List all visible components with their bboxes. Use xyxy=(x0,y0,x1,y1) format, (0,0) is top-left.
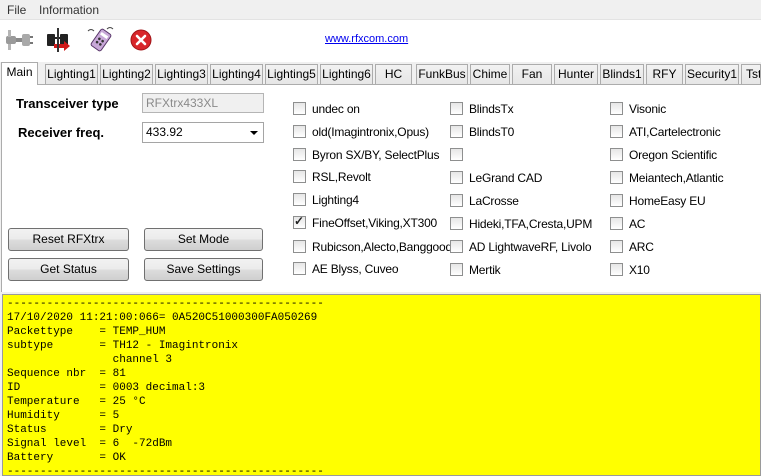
console-line: Sequence nbr = 81 xyxy=(7,368,126,380)
rfx-device-icon[interactable] xyxy=(86,26,116,54)
checkbox-box[interactable] xyxy=(450,125,463,138)
receiver-freq-select[interactable]: 433.92 xyxy=(142,122,264,143)
checkbox-box[interactable] xyxy=(450,171,463,184)
checkbox-box[interactable] xyxy=(293,262,306,275)
checkbox-box[interactable] xyxy=(610,217,623,230)
console-line: ----------------------------------------… xyxy=(7,298,324,310)
tab-lighting6[interactable]: Lighting6 xyxy=(320,64,373,84)
console-line: Packettype = TEMP_HUM xyxy=(7,326,166,338)
close-icon[interactable] xyxy=(127,26,157,54)
tab-funkbus[interactable]: FunkBus xyxy=(416,64,468,84)
menu-bar: File Information xyxy=(0,0,761,20)
console-output[interactable]: ----------------------------------------… xyxy=(2,294,761,476)
console-line: Temperature = 25 °C xyxy=(7,396,146,408)
tab-hc[interactable]: HC xyxy=(375,64,412,84)
rfxcom-link[interactable]: www.rfxcom.com xyxy=(325,33,408,45)
checkbox-box[interactable] xyxy=(293,102,306,115)
tab-chime[interactable]: Chime xyxy=(470,64,510,84)
tab-lighting1[interactable]: Lighting1 xyxy=(45,64,98,84)
transceiver-type-label: Transceiver type xyxy=(16,96,119,111)
checkmark-icon: ✓ xyxy=(294,214,305,228)
checkbox-box[interactable] xyxy=(450,263,463,276)
console-line: 17/10/2020 11:21:00:066= 0A520C51000300F… xyxy=(7,312,318,324)
get-status-button[interactable]: Get Status xyxy=(8,258,129,281)
tab-lighting2[interactable]: Lighting2 xyxy=(100,64,153,84)
console-line: Signal level = 6 -72dBm xyxy=(7,438,173,450)
checkbox-box[interactable] xyxy=(293,125,306,138)
tab-blinds1[interactable]: Blinds1 xyxy=(600,64,644,84)
reset-rfxtrx-button[interactable]: Reset RFXtrx xyxy=(8,228,129,251)
menu-information[interactable]: Information xyxy=(39,3,99,17)
tab-lighting4[interactable]: Lighting4 xyxy=(210,64,263,84)
toolbar: www.rfxcom.com xyxy=(0,20,761,62)
checkbox-box[interactable] xyxy=(610,148,623,161)
receiver-freq-value: 433.92 xyxy=(146,125,183,139)
console-line: Humidity = 5 xyxy=(7,410,120,422)
console-line: Status = Dry xyxy=(7,424,133,436)
checkbox-box[interactable] xyxy=(450,148,463,161)
checkbox-box[interactable] xyxy=(610,263,623,276)
console-line: ID = 0003 decimal:3 xyxy=(7,382,206,394)
tab-lighting5[interactable]: Lighting5 xyxy=(265,64,318,84)
set-mode-button[interactable]: Set Mode xyxy=(144,228,263,251)
checkbox-box[interactable] xyxy=(610,102,623,115)
tab-security1[interactable]: Security1 xyxy=(685,64,739,84)
console-line: ----------------------------------------… xyxy=(7,466,324,476)
chevron-down-icon xyxy=(250,131,258,135)
tab-hunter[interactable]: Hunter xyxy=(554,64,598,84)
tab-main[interactable]: Main xyxy=(1,62,38,85)
tab-rfy[interactable]: RFY xyxy=(646,64,683,84)
console-line: Battery = OK xyxy=(7,452,126,464)
checkbox-box[interactable] xyxy=(610,171,623,184)
tab-lighting3[interactable]: Lighting3 xyxy=(155,64,208,84)
checkbox-box[interactable] xyxy=(293,240,306,253)
console-line: subtype = TH12 - Imagintronix xyxy=(7,340,239,352)
checkbox-box[interactable] xyxy=(293,148,306,161)
checkbox-box[interactable] xyxy=(610,240,623,253)
checkbox-box[interactable] xyxy=(450,217,463,230)
connect-plug-icon[interactable] xyxy=(4,26,34,54)
checkbox-box[interactable] xyxy=(293,193,306,206)
menu-file[interactable]: File xyxy=(7,3,26,17)
tab-fan[interactable]: Fan xyxy=(512,64,552,84)
checkbox-box[interactable] xyxy=(610,125,623,138)
checkbox-box[interactable] xyxy=(450,194,463,207)
checkbox-box[interactable]: ✓ xyxy=(293,214,306,229)
console-line: channel 3 xyxy=(7,354,173,366)
tab-tst[interactable]: Tst xyxy=(741,64,761,84)
checkbox-box[interactable] xyxy=(610,194,623,207)
disconnect-icon[interactable] xyxy=(44,26,74,54)
checkbox-box[interactable] xyxy=(293,170,306,183)
checkbox-box[interactable] xyxy=(450,102,463,115)
tab-strip: Main Lighting1 Lighting2 Lighting3 Light… xyxy=(0,62,761,85)
checkbox-box[interactable] xyxy=(450,240,463,253)
receiver-freq-label: Receiver freq. xyxy=(18,125,104,140)
transceiver-type-field: RFXtrx433XL xyxy=(142,93,264,113)
save-settings-button[interactable]: Save Settings xyxy=(144,258,263,281)
